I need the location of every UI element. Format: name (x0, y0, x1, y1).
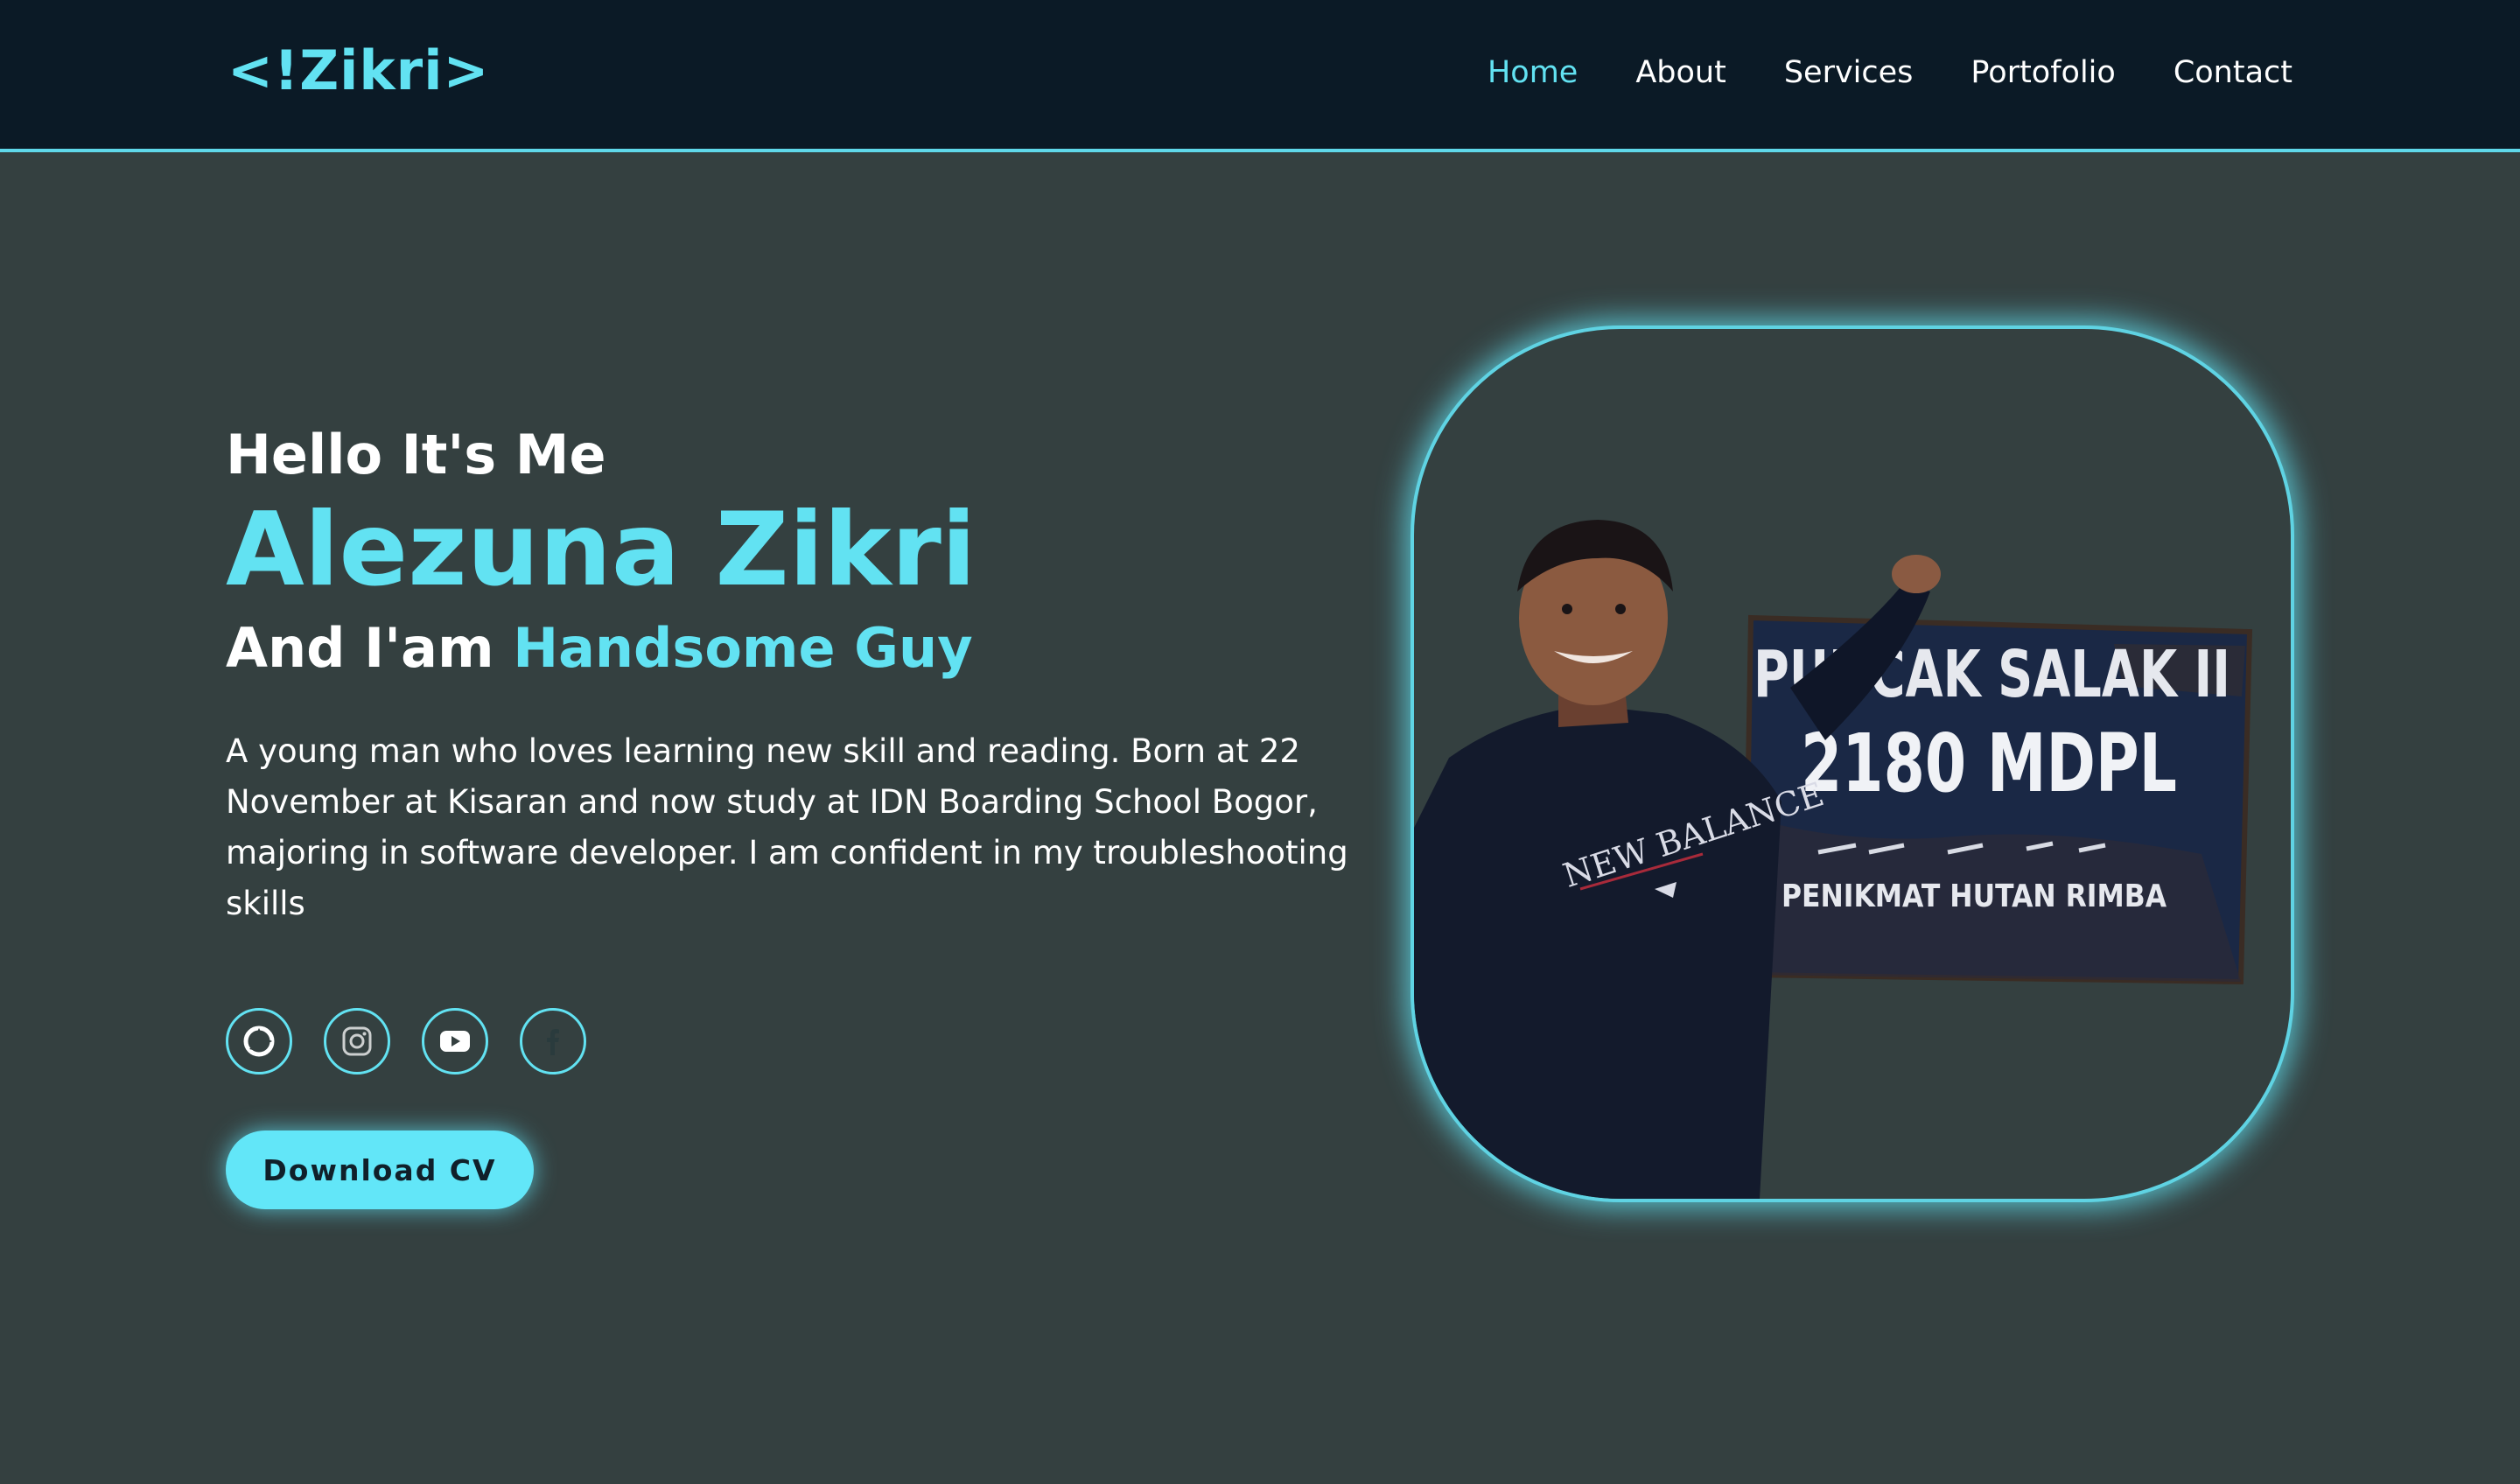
photo-illustration: PUNCAK SALAK II 2180 MDPL PENIKMAT HUTAN… (1414, 520, 2253, 1199)
download-cv-button[interactable]: Download CV (226, 1130, 534, 1209)
tagline-highlight: Handsome Guy (513, 616, 973, 680)
nav-contact[interactable]: Contact (2174, 51, 2292, 94)
social-links (226, 1008, 586, 1074)
site-logo[interactable]: <!Zikri> (228, 40, 489, 102)
nav-about[interactable]: About (1635, 51, 1726, 94)
facebook-link[interactable] (520, 1008, 586, 1074)
instagram-link[interactable] (324, 1008, 390, 1074)
main-nav: Home About Services Portofolio Contact (1488, 51, 2292, 94)
youtube-icon (440, 1031, 470, 1052)
instagram-icon (342, 1026, 372, 1056)
nav-home[interactable]: Home (1488, 51, 1578, 94)
tagline: And I'am Handsome Guy (226, 609, 1398, 688)
globe-link[interactable] (226, 1008, 292, 1074)
globe-icon (243, 1026, 275, 1057)
nav-portofolio[interactable]: Portofolio (1970, 51, 2115, 94)
sign-line-3: PENIKMAT HUTAN RIMBA (1782, 878, 2166, 914)
nav-services[interactable]: Services (1784, 51, 1914, 94)
hero-name: Alezuna Zikri (226, 491, 976, 609)
youtube-link[interactable] (422, 1008, 488, 1074)
greeting: Hello It's Me (226, 423, 606, 486)
hero-text: Hello It's Me Alezuna Zikri And I'am Han… (226, 418, 1398, 929)
facebook-icon (547, 1029, 559, 1055)
hero-description: A young man who loves learning new skill… (226, 732, 1348, 922)
tagline-prefix: And I'am (226, 616, 494, 680)
profile-photo: PUNCAK SALAK II 2180 MDPL PENIKMAT HUTAN… (1410, 326, 2294, 1202)
sign-line-2: 2180 MDPL (1801, 717, 2177, 810)
navbar: <!Zikri> Home About Services Portofolio … (0, 0, 2520, 152)
